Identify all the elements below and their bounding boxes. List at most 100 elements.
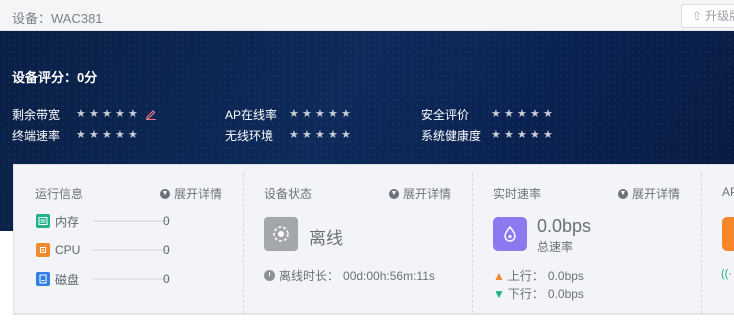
device-status-card: 设备状态 ▼ 展开详情 离线 离线时长： 00d:00h:56m:11s [243,165,472,313]
run-info-title: 运行信息 [35,187,84,201]
star-icon: ★ [115,108,125,120]
rating-terminal-rate: 终端速率 ★ ★ ★ ★ ★ [12,127,141,143]
arrow-up-icon: ▲ [493,268,505,283]
realtime-rate-expand-button[interactable]: ▼ 展开详情 [618,185,680,202]
ap-icon [722,217,734,251]
star-icon: ★ [543,108,553,120]
star-icon: ★ [491,108,501,120]
star-icon: ★ [504,129,514,141]
run-info-expand-button[interactable]: ▼ 展开详情 [160,185,222,202]
upload-label: 上行： [507,269,544,283]
chevron-down-icon: ▼ [618,188,628,199]
star-icon: ★ [128,129,138,141]
memory-row: 内存 [36,213,168,229]
star-icon: ★ [315,129,325,141]
star-icon: ★ [315,108,325,120]
total-rate-label: 总速率 [537,240,574,254]
expand-label: 展开详情 [403,187,452,201]
top-bar: 设备：WAC381 ⇧升级版本 [0,0,734,31]
star-icon: ★ [328,108,338,120]
star-icon: ★ [543,129,553,141]
star-icon: ★ [302,108,312,120]
rating-label: 终端速率 [12,128,61,143]
upgrade-label: 升级版本 [705,9,734,23]
star-icon: ★ [289,129,299,141]
star-icon: ★ [289,108,299,120]
disk-usage-bar [93,278,168,280]
disk-value: 0 [163,272,170,286]
expand-label: 展开详情 [174,187,223,201]
expand-label: 展开详情 [632,187,681,201]
disk-row: 磁盘 [36,271,168,287]
star-icon: ★ [115,129,125,141]
star-icon: ★ [341,108,351,120]
star-icon: ★ [302,129,312,141]
rating-wireless-environment: 无线环境 ★ ★ ★ ★ ★ [225,127,354,143]
rating-system-health: 系统健康度 ★ ★ ★ ★ ★ [421,127,556,143]
cpu-usage-bar [93,249,168,251]
ap-card: AP ((· [701,165,734,313]
memory-label: 内存 [55,214,80,229]
star-icon: ★ [328,129,338,141]
memory-icon [36,214,50,228]
offline-status-icon [264,217,298,251]
memory-value: 0 [163,214,170,228]
offline-duration: 离线时长： 00d:00h:56m:11s [264,267,435,284]
star-icon: ★ [128,108,138,120]
star-icon: ★ [517,108,527,120]
device-status-value: 离线 [309,229,343,248]
star-icon: ★ [517,129,527,141]
star-icon: ★ [89,108,99,120]
arrow-down-icon: ▼ [493,286,505,301]
star-icon: ★ [504,108,514,120]
star-rating: ★ ★ ★ ★ ★ [491,129,556,141]
rating-label: 系统健康度 [421,128,482,143]
star-rating: ★ ★ ★ ★ ★ [289,129,354,141]
device-title: 设备：WAC381 [12,11,103,26]
star-icon: ★ [102,129,112,141]
cpu-value: 0 [163,243,170,257]
star-rating: ★ ★ ★ ★ ★ [76,108,141,120]
star-icon: ★ [102,108,112,120]
rating-label: AP在线率 [225,107,278,122]
rating-label: 无线环境 [225,128,274,143]
rating-remaining-bandwidth: 剩余带宽 ★ ★ ★ ★ ★ [12,106,157,122]
star-icon: ★ [76,108,86,120]
realtime-rate-card: 实时速率 ▼ 展开详情 0.0bps 总速率 ▲ 上行： 0.0bps ▼ 下行… [472,165,701,313]
device-score: 设备评分：0分 [12,70,98,85]
star-rating: ★ ★ ★ ★ ★ [491,108,556,120]
upload-value: 0.0bps [547,268,584,283]
offline-duration-label: 离线时长： [279,269,340,283]
overview-panel: 运行信息 ▼ 展开详情 内存 0 CPU 0 磁盘 0 设备状态 ▼ 展开详情 … [13,164,734,314]
star-rating: ★ ★ ★ ★ ★ [289,108,354,120]
disk-label: 磁盘 [55,272,80,287]
cpu-row: CPU [36,242,168,258]
download-rate: ▼ 下行： 0.0bps [493,285,584,302]
rating-security: 安全评价 ★ ★ ★ ★ ★ [421,106,556,122]
realtime-rate-title: 实时速率 [493,187,542,201]
rating-label: 安全评价 [421,107,470,122]
upgrade-button[interactable]: ⇧升级版本 [681,4,734,28]
rating-ap-online-rate: AP在线率 ★ ★ ★ ★ ★ [225,106,354,122]
memory-usage-bar [93,220,168,222]
chevron-down-icon: ▼ [389,188,399,199]
upload-rate: ▲ 上行： 0.0bps [493,267,584,284]
download-value: 0.0bps [547,286,584,301]
download-label: 下行： [507,287,544,301]
edit-icon[interactable] [145,108,157,120]
total-rate-value: 0.0bps [537,216,592,236]
star-icon: ★ [76,129,86,141]
rate-drop-icon [493,217,527,251]
offline-duration-value: 00d:00h:56m:11s [343,268,435,283]
star-icon: ★ [341,129,351,141]
chevron-down-icon: ▼ [160,188,170,199]
upgrade-icon: ⇧ [692,9,703,23]
device-status-expand-button[interactable]: ▼ 展开详情 [389,185,451,202]
ap-title: AP [722,185,734,199]
device-status-title: 设备状态 [264,187,313,201]
clock-icon [264,270,275,281]
cpu-label: CPU [55,243,81,257]
run-info-card: 运行信息 ▼ 展开详情 内存 0 CPU 0 磁盘 0 [14,165,243,313]
wifi-icon: ((· [721,268,732,280]
star-icon: ★ [89,129,99,141]
